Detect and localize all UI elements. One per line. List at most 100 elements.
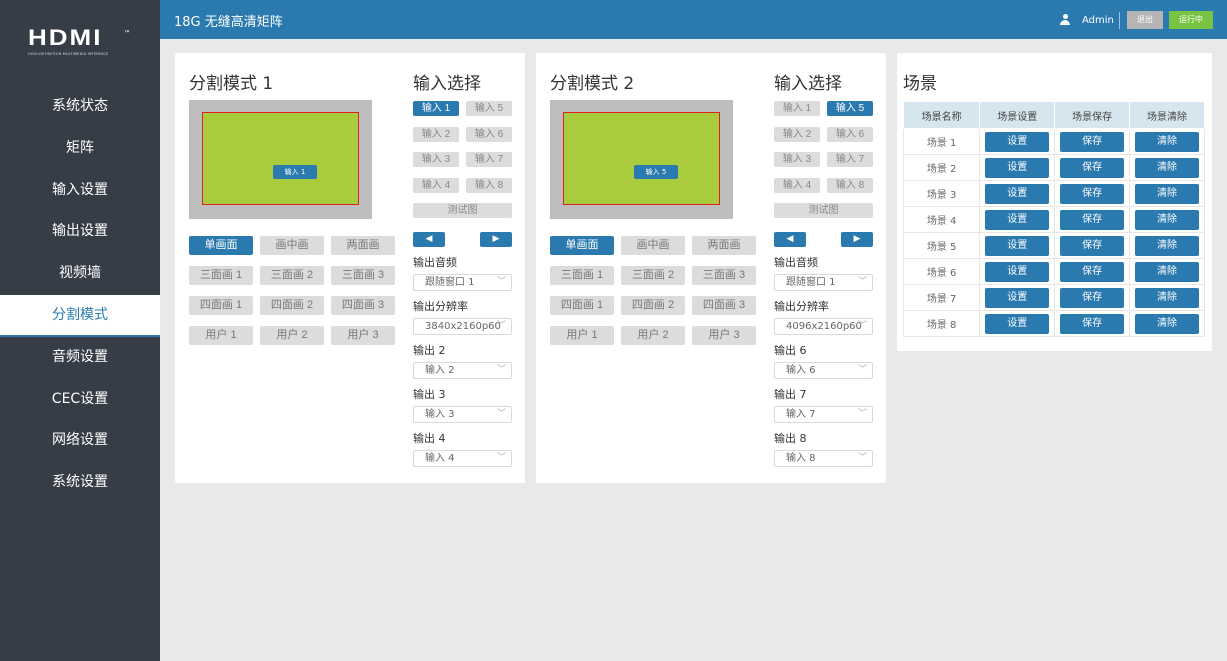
scene-save-button[interactable]: 保存 [1060,287,1125,308]
scene-save-button[interactable]: 保存 [1060,235,1125,256]
layout-button[interactable]: 三面画 2 [260,266,324,285]
layout-button[interactable]: 用户 1 [550,326,614,345]
output-source-select[interactable]: 输入 4 ﹀ [413,450,512,467]
input-select-button[interactable]: 输入 8 [827,178,873,194]
layout-button[interactable]: 四面画 2 [621,296,685,315]
layout-button[interactable]: 用户 3 [692,326,756,345]
input-select-button[interactable]: 输入 6 [827,126,873,142]
scene-save-button[interactable]: 保存 [1060,157,1125,178]
test-pattern-button[interactable]: 测试图 [774,203,873,218]
output-source-select[interactable]: 输入 2 ﹀ [413,362,512,379]
preview-window[interactable]: 输入 5 [563,112,720,205]
scene-set-button[interactable]: 设置 [985,235,1050,256]
layout-button[interactable]: 三面画 1 [550,266,614,285]
layout-button[interactable]: 两面画 [692,236,756,255]
input-select-title: 输入选择 [774,74,842,94]
input-select-button[interactable]: 输入 3 [774,152,820,168]
scene-save-button[interactable]: 保存 [1060,261,1125,282]
layout-button[interactable]: 单画面 [550,236,614,255]
logout-button[interactable]: 退出 [1127,11,1163,29]
sidebar-item-8[interactable]: CEC设置 [0,379,160,421]
input-select-button[interactable]: 输入 1 [774,101,820,116]
scene-set-button[interactable]: 设置 [985,261,1050,282]
scene-save-button[interactable]: 保存 [1060,183,1125,204]
input-select-button[interactable]: 输入 4 [774,178,820,194]
layout-button[interactable]: 四面画 1 [550,296,614,315]
input-select-button[interactable]: 输入 3 [413,152,459,168]
layout-button[interactable]: 用户 1 [189,326,253,345]
status-running-button[interactable]: 运行中 [1169,11,1213,29]
output-audio-select[interactable]: 跟随窗口 1 ﹀ [774,274,873,291]
output-source-select[interactable]: 输入 8 ﹀ [774,450,873,467]
input-select-button[interactable]: 输入 5 [827,101,873,116]
layout-button[interactable]: 两面画 [331,236,395,255]
scene-set-button[interactable]: 设置 [985,313,1050,334]
input-select-button[interactable]: 输入 6 [466,126,512,142]
scene-table: 场景名称 场景设置 场景保存 场景清除 场景 1 设置 保存 清除 场景 2 设置 保存 清除… [902,101,1205,337]
next-arrow-button[interactable]: ▶ [480,232,512,247]
scene-clear-button[interactable]: 清除 [1135,261,1200,282]
input-select-button[interactable]: 输入 2 [413,126,459,142]
layout-button[interactable]: 三面画 2 [621,266,685,285]
sidebar-item-6[interactable]: 分割模式 [0,294,160,337]
layout-button[interactable]: 单画面 [189,236,253,255]
scene-set-button[interactable]: 设置 [985,287,1050,308]
scene-save-button[interactable]: 保存 [1060,209,1125,230]
scene-clear-button[interactable]: 清除 [1135,131,1200,152]
output-source-select[interactable]: 输入 6 ﹀ [774,362,873,379]
output-label: 输出 6 [774,344,807,357]
layout-button[interactable]: 四面画 3 [692,296,756,315]
scene-clear-button[interactable]: 清除 [1135,157,1200,178]
test-pattern-button[interactable]: 测试图 [413,203,512,218]
sidebar-item-2[interactable]: 矩阵 [0,128,160,170]
input-select-button[interactable]: 输入 4 [413,178,459,194]
prev-arrow-button[interactable]: ◀ [774,232,806,247]
scene-clear-button[interactable]: 清除 [1135,235,1200,256]
scene-set-button[interactable]: 设置 [985,157,1050,178]
output-source-select[interactable]: 输入 7 ﹀ [774,406,873,423]
sidebar-item-3[interactable]: 输入设置 [0,170,160,212]
scene-clear-button[interactable]: 清除 [1135,183,1200,204]
scene-set-button[interactable]: 设置 [985,209,1050,230]
chevron-down-icon: ﹀ [496,453,506,463]
output-resolution-select[interactable]: 3840x2160p60 ﹀ [413,318,512,335]
output-source-select[interactable]: 输入 3 ﹀ [413,406,512,423]
layout-button[interactable]: 画中画 [621,236,685,255]
output-resolution-select[interactable]: 4096x2160p60 ﹀ [774,318,873,335]
scene-clear-button[interactable]: 清除 [1135,313,1200,334]
scene-clear-button[interactable]: 清除 [1135,209,1200,230]
layout-button[interactable]: 用户 2 [260,326,324,345]
scene-save-button[interactable]: 保存 [1060,313,1125,334]
scene-action-cell: 设置 [979,310,1056,337]
scene-save-button[interactable]: 保存 [1060,131,1125,152]
input-select-button[interactable]: 输入 7 [466,152,512,168]
layout-button[interactable]: 四面画 1 [189,296,253,315]
sidebar-item-1[interactable]: 系统状态 [0,86,160,128]
sidebar-item-7[interactable]: 音频设置 [0,337,160,379]
output-audio-select[interactable]: 跟随窗口 1 ﹀ [413,274,512,291]
input-select-button[interactable]: 输入 1 [413,101,459,116]
scene-clear-button[interactable]: 清除 [1135,287,1200,308]
layout-button[interactable]: 画中画 [260,236,324,255]
scene-set-button[interactable]: 设置 [985,131,1050,152]
sidebar-item-9[interactable]: 网络设置 [0,420,160,462]
table-row: 场景 8 设置 保存 清除 [902,310,1205,337]
sidebar-item-10[interactable]: 系统设置 [0,462,160,504]
layout-button[interactable]: 四面画 2 [260,296,324,315]
layout-button[interactable]: 三面画 3 [331,266,395,285]
layout-button[interactable]: 三面画 1 [189,266,253,285]
layout-button[interactable]: 用户 3 [331,326,395,345]
layout-button[interactable]: 四面画 3 [331,296,395,315]
input-select-button[interactable]: 输入 8 [466,178,512,194]
prev-arrow-button[interactable]: ◀ [413,232,445,247]
sidebar-item-4[interactable]: 输出设置 [0,211,160,253]
sidebar-item-5[interactable]: 视频墙 [0,253,160,295]
input-select-button[interactable]: 输入 5 [466,101,512,116]
layout-button[interactable]: 用户 2 [621,326,685,345]
input-select-button[interactable]: 输入 7 [827,152,873,168]
input-select-button[interactable]: 输入 2 [774,126,820,142]
preview-window[interactable]: 输入 1 [202,112,359,205]
layout-button[interactable]: 三面画 3 [692,266,756,285]
next-arrow-button[interactable]: ▶ [841,232,873,247]
scene-set-button[interactable]: 设置 [985,183,1050,204]
